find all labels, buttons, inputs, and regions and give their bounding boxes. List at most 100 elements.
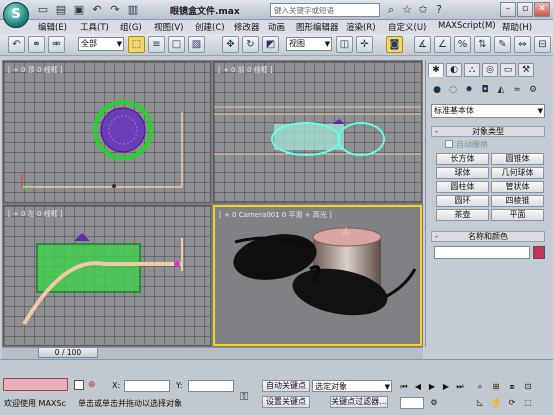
cameras-icon[interactable]: ◘ <box>478 84 492 96</box>
app-menu-button[interactable]: S <box>3 2 29 28</box>
cone-button[interactable]: 圆锥体 <box>491 153 544 165</box>
maximize-button[interactable]: ▫ <box>517 2 533 17</box>
comm-center-icon[interactable]: ☆ <box>400 3 414 16</box>
menu-customize[interactable]: 自定义(U) <box>388 21 426 33</box>
x-coordinate-field[interactable] <box>124 380 170 392</box>
key-icon[interactable]: ⚿ <box>240 390 256 403</box>
menu-group[interactable]: 组(G) <box>120 21 142 33</box>
select-object-icon[interactable]: ⬚ <box>128 36 145 53</box>
geometry-icon[interactable]: ● <box>430 84 444 96</box>
selection-lock-icon[interactable] <box>74 380 84 390</box>
object-name-field[interactable] <box>434 246 530 259</box>
viewport-front[interactable]: [ + 0 前 0 线框 ] <box>213 61 422 203</box>
menu-tools[interactable]: 工具(T) <box>80 21 109 33</box>
select-by-name-icon[interactable]: ≡ <box>148 36 165 53</box>
undo-icon[interactable]: ↶ <box>90 3 104 16</box>
selected-object-dropdown[interactable]: 选定对象 ▼ <box>312 380 392 392</box>
systems-icon[interactable]: ⚙ <box>526 84 540 96</box>
search-input[interactable]: 键入关键字或短语 <box>270 3 380 17</box>
field-of-view-icon[interactable]: ◺ <box>474 397 486 409</box>
current-frame-field[interactable] <box>400 397 424 409</box>
menu-rendering[interactable]: 渲染(R) <box>346 21 376 33</box>
utilities-tab-icon[interactable]: ⚒ <box>518 63 534 77</box>
modify-tab-icon[interactable]: ◐ <box>446 63 462 77</box>
teapot-button[interactable]: 茶壶 <box>436 209 489 221</box>
sphere-button[interactable]: 球体 <box>436 167 489 179</box>
next-frame-icon[interactable]: ▶ <box>440 381 452 393</box>
cylinder-button[interactable]: 圆柱体 <box>436 181 489 193</box>
autogrid-checkbox[interactable] <box>445 140 453 148</box>
pan-icon[interactable]: ✋ <box>490 397 502 409</box>
viewport-left[interactable]: [ + 0 左 0 线框 ] <box>3 205 211 346</box>
menu-animation[interactable]: 动画 <box>268 21 285 33</box>
align-icon[interactable]: ⊟ <box>534 36 551 53</box>
absolute-mode-icon[interactable]: ⊕ <box>88 380 98 390</box>
spinner-snap-icon[interactable]: ⇅ <box>474 36 491 53</box>
object-type-rollout[interactable]: - 对象类型 <box>431 126 545 137</box>
goto-end-icon[interactable]: ⏭ <box>454 381 466 393</box>
selection-filter-dropdown[interactable]: 全部 ▼ <box>78 37 124 51</box>
geosphere-button[interactable]: 几何球体 <box>491 167 544 179</box>
help-icon[interactable]: ? <box>432 3 446 16</box>
lights-icon[interactable]: ✸ <box>462 84 476 96</box>
goto-start-icon[interactable]: ⏮ <box>398 381 410 393</box>
pivot-center-icon[interactable]: ◫ <box>336 36 353 53</box>
menu-maxscript[interactable]: MAXScript(M) <box>438 21 496 31</box>
box-button[interactable]: 长方体 <box>436 153 489 165</box>
reference-coord-dropdown[interactable]: 视图 ▼ <box>286 37 332 51</box>
percent-snap-icon[interactable]: % <box>454 36 471 53</box>
redo-icon[interactable]: ↷ <box>108 3 122 16</box>
save-icon[interactable]: ▣ <box>72 3 86 16</box>
move-icon[interactable]: ✥ <box>222 36 239 53</box>
create-tab-icon[interactable]: ✱ <box>428 63 444 77</box>
tube-button[interactable]: 管状体 <box>491 181 544 193</box>
named-selection-icon[interactable]: ✎ <box>494 36 511 53</box>
menu-create[interactable]: 创建(C) <box>195 21 225 33</box>
keyboard-shortcut-icon[interactable]: ◙ <box>386 36 403 53</box>
minimize-button[interactable]: – <box>500 2 516 17</box>
binoculars-icon[interactable]: ⌕ <box>384 3 398 16</box>
undo-toolbar-icon[interactable]: ↶ <box>8 36 25 53</box>
close-button[interactable]: ✕ <box>534 2 550 17</box>
menu-help[interactable]: 帮助(H) <box>502 21 532 33</box>
prev-frame-icon[interactable]: ◀ <box>412 381 424 393</box>
angle-snap-icon[interactable]: ∠ <box>434 36 451 53</box>
menu-modifiers[interactable]: 修改器 <box>234 21 260 33</box>
display-tab-icon[interactable]: ▭ <box>500 63 516 77</box>
plane-button[interactable]: 平面 <box>491 209 544 221</box>
orbit-icon[interactable]: ⟳ <box>506 397 518 409</box>
menu-views[interactable]: 视图(V) <box>154 21 183 33</box>
category-dropdown[interactable]: 标准基本体 ▼ <box>431 104 545 118</box>
viewport-top[interactable]: [ + 0 顶 0 线框 ] <box>3 61 211 203</box>
maxscript-listener-mini[interactable] <box>3 378 68 391</box>
zoom-extents-icon[interactable]: ⧈ <box>506 381 518 393</box>
window-crossing-icon[interactable]: ▧ <box>188 36 205 53</box>
set-key-button[interactable]: 设置关键点 <box>262 396 310 408</box>
motion-tab-icon[interactable]: ◎ <box>482 63 498 77</box>
time-slider-thumb[interactable]: 0 / 100 <box>38 347 98 358</box>
time-config-icon[interactable]: ⚙ <box>428 397 440 409</box>
auto-key-button[interactable]: 自动关键点 <box>262 380 310 392</box>
new-icon[interactable]: ▭ <box>36 3 50 16</box>
link-icon[interactable]: ⚭ <box>28 36 45 53</box>
helpers-icon[interactable]: ◭ <box>494 84 508 96</box>
pyramid-button[interactable]: 四棱锥 <box>491 195 544 207</box>
mirror-icon[interactable]: ⇔ <box>514 36 531 53</box>
unlink-icon[interactable]: ⚮ <box>48 36 65 53</box>
rect-selection-icon[interactable]: □ <box>168 36 185 53</box>
zoom-all-icon[interactable]: ⊞ <box>490 381 502 393</box>
project-icon[interactable]: ▥ <box>126 3 140 16</box>
viewport-camera[interactable]: [ + 0 Camera001 0 平滑 + 高光 ] <box>213 205 422 346</box>
menu-edit[interactable]: 编辑(E) <box>38 21 67 33</box>
spacewarps-icon[interactable]: ≈ <box>510 84 524 96</box>
torus-button[interactable]: 圆环 <box>436 195 489 207</box>
snaps-toggle-icon[interactable]: ∡ <box>414 36 431 53</box>
play-icon[interactable]: ▶ <box>426 381 438 393</box>
hierarchy-tab-icon[interactable]: ⛬ <box>464 63 480 77</box>
maximize-viewport-icon[interactable]: ⬚ <box>522 397 534 409</box>
key-filters-button[interactable]: 关键点过滤器... <box>330 396 388 408</box>
zoom-extents-all-icon[interactable]: ⊡ <box>522 381 534 393</box>
y-coordinate-field[interactable] <box>188 380 234 392</box>
select-manipulate-icon[interactable]: ✛ <box>356 36 373 53</box>
name-color-rollout[interactable]: - 名称和颜色 <box>431 231 545 242</box>
